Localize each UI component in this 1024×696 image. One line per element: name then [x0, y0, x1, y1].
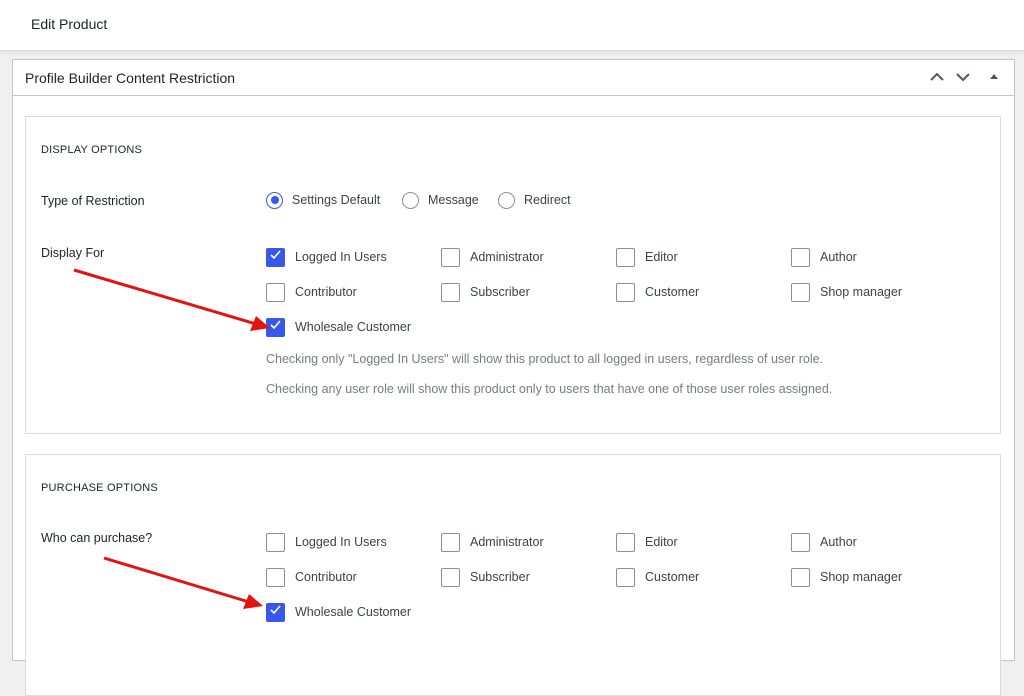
purchase-role-editor[interactable]: Editor — [616, 531, 678, 553]
checkbox[interactable] — [616, 532, 635, 552]
who-can-purchase-label: Who can purchase? — [41, 531, 153, 545]
checkbox-label: Shop manager — [820, 570, 903, 584]
purchase-role-wholesale-customer[interactable]: Wholesale Customer — [266, 601, 411, 623]
checkbox[interactable] — [791, 247, 810, 267]
checkbox-label: Subscriber — [470, 570, 530, 584]
triangle-up-icon — [985, 68, 1003, 86]
checkbox-label: Shop manager — [820, 285, 903, 299]
radio-settings-default[interactable]: Settings Default — [266, 190, 380, 210]
radio-label: Redirect — [524, 193, 571, 207]
page-title: Edit Product — [31, 16, 108, 32]
display-role-author[interactable]: Author — [791, 246, 857, 268]
radio-redirect[interactable]: Redirect — [498, 190, 571, 210]
chevron-down-icon — [954, 68, 972, 86]
display-role-customer[interactable]: Customer — [616, 281, 699, 303]
checkbox-label: Customer — [645, 570, 700, 584]
move-down-button[interactable] — [954, 68, 972, 86]
toggle-panel-button[interactable] — [985, 68, 1003, 86]
checkmark-icon — [269, 248, 282, 266]
checkmark-icon — [269, 603, 282, 621]
checkbox-label: Wholesale Customer — [295, 605, 412, 619]
checkbox[interactable] — [441, 567, 460, 587]
display-role-contributor[interactable]: Contributor — [266, 281, 357, 303]
checkbox[interactable] — [266, 532, 285, 552]
radio-label: Message — [428, 193, 479, 207]
restriction-radio-group: Settings Default Message Redirect — [266, 190, 666, 212]
checkbox[interactable] — [266, 602, 285, 622]
metabox-title: Profile Builder Content Restriction — [25, 70, 236, 86]
display-role-logged-in-users[interactable]: Logged In Users — [266, 246, 387, 268]
checkbox[interactable] — [266, 317, 285, 337]
purchase-options-title: PURCHASE OPTIONS — [41, 482, 158, 494]
radio-button[interactable] — [402, 191, 419, 209]
checkbox[interactable] — [791, 567, 810, 587]
type-of-restriction-label: Type of Restriction — [41, 194, 145, 208]
checkmark-icon — [269, 318, 282, 336]
annotation-arrow-icon — [73, 268, 270, 331]
checkbox-label: Contributor — [295, 285, 357, 299]
display-role-shop-manager[interactable]: Shop manager — [791, 281, 902, 303]
checkbox-label: Editor — [645, 250, 678, 264]
purchase-role-administrator[interactable]: Administrator — [441, 531, 544, 553]
checkbox-label: Logged In Users — [295, 250, 387, 264]
purchase-role-logged-in-users[interactable]: Logged In Users — [266, 531, 387, 553]
purchase-role-contributor[interactable]: Contributor — [266, 566, 357, 588]
checkbox[interactable] — [266, 247, 285, 267]
checkbox-label: Subscriber — [470, 285, 530, 299]
checkbox[interactable] — [791, 282, 810, 302]
annotation-arrow-icon — [103, 556, 263, 609]
checkbox[interactable] — [791, 532, 810, 552]
checkbox[interactable] — [616, 247, 635, 267]
display-role-wholesale-customer[interactable]: Wholesale Customer — [266, 316, 411, 338]
top-bar: Edit Product — [0, 0, 1024, 51]
purchase-role-author[interactable]: Author — [791, 531, 857, 553]
display-options-title: DISPLAY OPTIONS — [41, 144, 143, 156]
checkbox[interactable] — [441, 532, 460, 552]
chevron-up-icon — [928, 68, 946, 86]
display-role-subscriber[interactable]: Subscriber — [441, 281, 530, 303]
help-text-user-role: Checking any user role will show this pr… — [266, 382, 833, 396]
content-restriction-metabox: Profile Builder Content Restriction DISP… — [12, 59, 1015, 696]
display-options-panel: DISPLAY OPTIONS Type of Restriction Sett… — [25, 116, 1001, 434]
checkbox-label: Editor — [645, 535, 678, 549]
display-for-label: Display For — [41, 246, 105, 260]
purchase-role-subscriber[interactable]: Subscriber — [441, 566, 530, 588]
purchase-role-customer[interactable]: Customer — [616, 566, 699, 588]
checkbox-label: Customer — [645, 285, 700, 299]
checkbox[interactable] — [616, 567, 635, 587]
radio-button[interactable] — [266, 191, 283, 209]
checkbox[interactable] — [266, 282, 285, 302]
checkbox-label: Logged In Users — [295, 535, 387, 549]
move-up-button[interactable] — [928, 68, 946, 86]
help-text-logged-in: Checking only "Logged In Users" will sho… — [266, 352, 824, 366]
purchase-options-panel: PURCHASE OPTIONS Who can purchase? Logge… — [25, 454, 1001, 696]
checkbox[interactable] — [441, 247, 460, 267]
purchase-role-shop-manager[interactable]: Shop manager — [791, 566, 902, 588]
radio-button[interactable] — [498, 191, 515, 209]
radio-label: Settings Default — [292, 193, 381, 207]
radio-message[interactable]: Message — [402, 190, 479, 210]
display-role-editor[interactable]: Editor — [616, 246, 678, 268]
checkbox-label: Administrator — [470, 250, 544, 264]
checkbox-label: Administrator — [470, 535, 544, 549]
metabox-header: Profile Builder Content Restriction — [13, 60, 1014, 96]
display-role-administrator[interactable]: Administrator — [441, 246, 544, 268]
checkbox-label: Author — [820, 250, 857, 264]
checkbox[interactable] — [441, 282, 460, 302]
checkbox[interactable] — [616, 282, 635, 302]
checkbox-label: Wholesale Customer — [295, 320, 412, 334]
checkbox-label: Author — [820, 535, 857, 549]
checkbox-label: Contributor — [295, 570, 357, 584]
checkbox[interactable] — [266, 567, 285, 587]
